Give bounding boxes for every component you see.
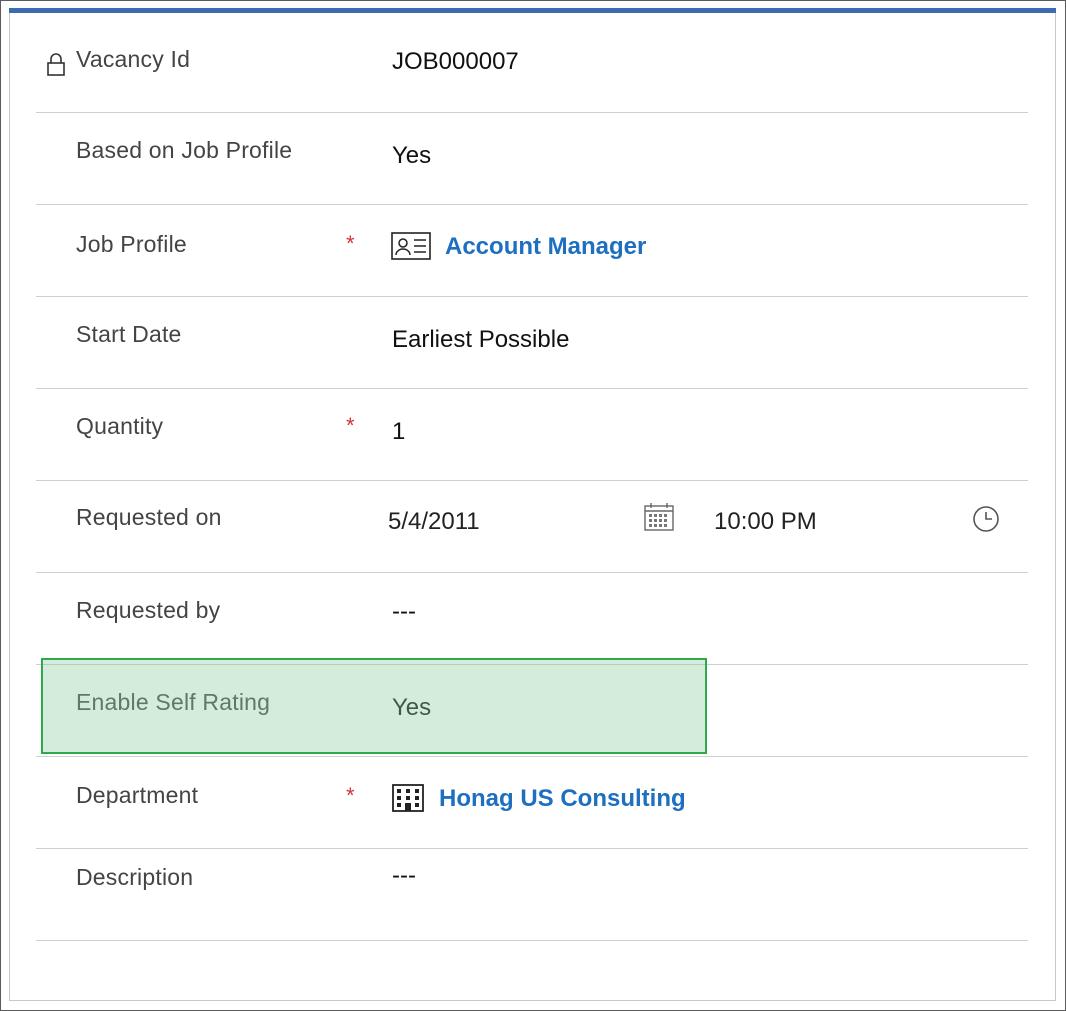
field-value[interactable]: 1: [392, 418, 405, 446]
field-value[interactable]: ---: [392, 598, 416, 626]
card-accent-bar: [9, 8, 1056, 13]
field-row-vacancy-id: Vacancy Id JOB000007: [36, 20, 1028, 113]
field-label: Job Profile: [76, 231, 187, 257]
field-value: JOB000007: [392, 48, 519, 75]
field-label: Requested by: [76, 597, 221, 623]
department-link[interactable]: Honag US Consulting: [439, 785, 686, 813]
required-indicator: *: [346, 783, 355, 808]
field-label: Vacancy Id: [76, 46, 191, 72]
date-input[interactable]: 5/4/2011: [388, 508, 480, 536]
field-label: Requested on: [76, 504, 222, 530]
required-indicator: *: [346, 413, 355, 438]
clock-icon[interactable]: [972, 505, 1000, 538]
field-row-quantity[interactable]: Quantity * 1: [36, 388, 1028, 481]
building-icon: [391, 783, 425, 818]
field-row-start-date[interactable]: Start Date Earliest Possible: [36, 296, 1028, 389]
field-value[interactable]: Earliest Possible: [392, 326, 569, 354]
field-row-description[interactable]: Description ---: [36, 848, 1028, 941]
calendar-icon[interactable]: [643, 502, 675, 537]
highlight-box: [41, 658, 707, 754]
lock-icon: [46, 52, 66, 83]
field-row-based-on-job-profile[interactable]: Based on Job Profile Yes: [36, 112, 1028, 205]
field-label: Description: [76, 864, 194, 890]
field-label: Start Date: [76, 321, 182, 347]
field-value[interactable]: Yes: [392, 142, 431, 170]
field-row-requested-on: Requested on 5/4/2011 10:00 PM: [36, 480, 1028, 573]
field-label: Department: [76, 782, 199, 808]
required-indicator: *: [346, 231, 355, 256]
field-row-job-profile[interactable]: Job Profile * Account Manager: [36, 204, 1028, 297]
field-value[interactable]: ---: [392, 862, 416, 890]
time-input[interactable]: 10:00 PM: [714, 508, 817, 536]
contact-card-icon: [391, 231, 431, 266]
field-row-requested-by[interactable]: Requested by ---: [36, 572, 1028, 665]
field-row-department[interactable]: Department * Honag US Consulting: [36, 756, 1028, 849]
field-label: Quantity: [76, 413, 164, 439]
job-profile-link[interactable]: Account Manager: [445, 233, 646, 261]
field-label: Based on Job Profile: [76, 137, 293, 163]
